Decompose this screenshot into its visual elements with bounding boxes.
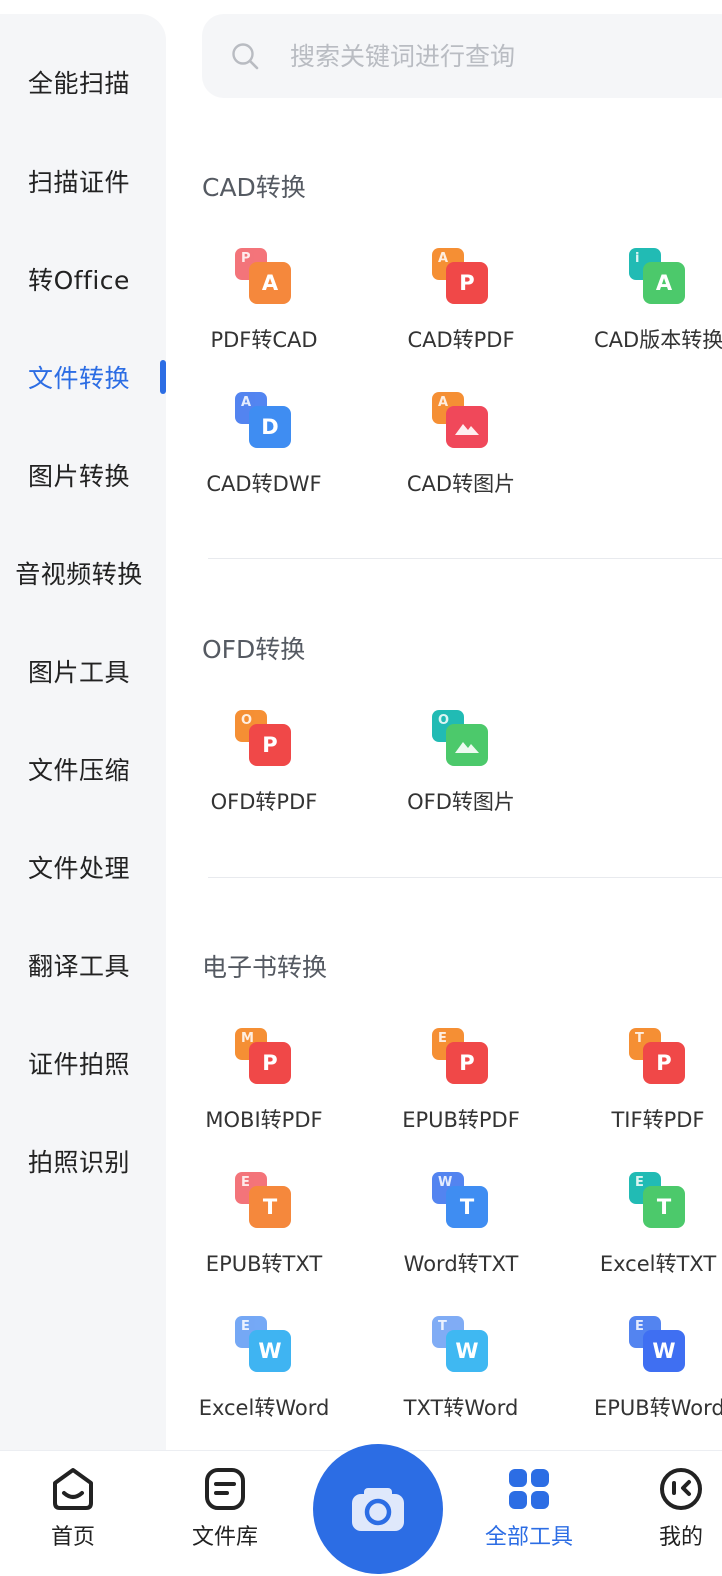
nav-home[interactable]: 首页 <box>18 1465 128 1565</box>
tool-epub-to-pdf[interactable]: E P EPUB转PDF <box>361 1028 561 1138</box>
camera-button[interactable] <box>313 1444 443 1574</box>
pdf-to-cad-icon: P A <box>235 248 293 306</box>
sidebar-item-scan-id[interactable]: 扫描证件 <box>0 151 158 211</box>
section-title-ofd: OFD转换 <box>202 635 306 664</box>
epub-to-pdf-icon: E P <box>432 1028 490 1086</box>
sidebar-item-file-compress[interactable]: 文件压缩 <box>0 739 158 799</box>
sidebar-item-photo-ocr[interactable]: 拍照识别 <box>0 1131 158 1191</box>
profile-icon <box>660 1468 702 1510</box>
sidebar-item-image-convert[interactable]: 图片转换 <box>0 445 158 505</box>
section-divider <box>208 558 722 559</box>
tool-epub-to-txt[interactable]: E T EPUB转TXT <box>164 1172 364 1282</box>
excel-to-txt-icon: E T <box>629 1172 687 1230</box>
image-glyph-icon <box>455 742 479 753</box>
cad-to-pdf-icon: A P <box>432 248 490 306</box>
sidebar-item-to-office[interactable]: 转Office <box>0 249 158 309</box>
file-library-icon <box>205 1468 245 1510</box>
section-title-ebook: 电子书转换 <box>202 953 328 982</box>
image-glyph-icon <box>455 424 479 435</box>
ofd-to-pdf-icon: O P <box>235 710 293 768</box>
search-input[interactable] <box>290 41 690 71</box>
tool-tif-to-pdf[interactable]: T P TIF转PDF <box>558 1028 722 1138</box>
cad-to-dwf-icon: A D <box>235 392 293 450</box>
nav-file-library[interactable]: 文件库 <box>170 1465 280 1565</box>
nav-all-tools[interactable]: 全部工具 <box>474 1465 584 1565</box>
active-indicator <box>160 360 166 394</box>
cad-to-image-icon: A <box>432 392 490 450</box>
tif-to-pdf-icon: T P <box>629 1028 687 1086</box>
tool-cad-to-pdf[interactable]: A P CAD转PDF <box>361 248 561 358</box>
sidebar-item-id-photo[interactable]: 证件拍照 <box>0 1033 158 1093</box>
all-tools-icon <box>509 1469 549 1509</box>
epub-to-txt-icon: E T <box>235 1172 293 1230</box>
sidebar-item-file-convert[interactable]: 文件转换 <box>0 347 158 407</box>
camera-icon <box>352 1488 404 1531</box>
tool-ofd-to-image[interactable]: O OFD转图片 <box>361 710 561 820</box>
section-divider <box>208 877 722 878</box>
category-sidebar: 全能扫描 扫描证件 转Office 文件转换 图片转换 音视频转换 图片工具 文… <box>0 14 166 1454</box>
excel-to-word-icon: E W <box>235 1316 293 1374</box>
tool-word-to-txt[interactable]: W T Word转TXT <box>361 1172 561 1282</box>
tool-ofd-to-pdf[interactable]: O P OFD转PDF <box>164 710 364 820</box>
tool-mobi-to-pdf[interactable]: M P MOBI转PDF <box>164 1028 364 1138</box>
tool-excel-to-word[interactable]: E W Excel转Word <box>164 1316 364 1426</box>
mobi-to-pdf-icon: M P <box>235 1028 293 1086</box>
tool-epub-to-word[interactable]: E W EPUB转Word <box>558 1316 722 1426</box>
tool-cad-version-convert[interactable]: i A CAD版本转换 <box>558 248 722 358</box>
sidebar-item-full-scan[interactable]: 全能扫描 <box>0 52 158 112</box>
sidebar-item-image-tools[interactable]: 图片工具 <box>0 641 158 701</box>
ofd-to-image-icon: O <box>432 710 490 768</box>
cad-version-convert-icon: i A <box>629 248 687 306</box>
section-title-cad: CAD转换 <box>202 173 306 202</box>
txt-to-word-icon: T W <box>432 1316 490 1374</box>
home-icon <box>53 1468 93 1510</box>
tool-cad-to-dwf[interactable]: A D CAD转DWF <box>164 392 364 502</box>
sidebar-item-file-process[interactable]: 文件处理 <box>0 837 158 897</box>
search-bar[interactable] <box>202 14 722 98</box>
sidebar-item-translate[interactable]: 翻译工具 <box>0 935 158 995</box>
tool-pdf-to-cad[interactable]: P A PDF转CAD <box>164 248 364 358</box>
nav-profile[interactable]: 我的 <box>626 1465 722 1565</box>
sidebar-item-av-convert[interactable]: 音视频转换 <box>0 543 158 603</box>
tool-txt-to-word[interactable]: T W TXT转Word <box>361 1316 561 1426</box>
epub-to-word-icon: E W <box>629 1316 687 1374</box>
word-to-txt-icon: W T <box>432 1172 490 1230</box>
tool-cad-to-image[interactable]: A CAD转图片 <box>361 392 561 502</box>
tool-excel-to-txt[interactable]: E T Excel转TXT <box>558 1172 722 1282</box>
search-icon <box>232 43 259 70</box>
